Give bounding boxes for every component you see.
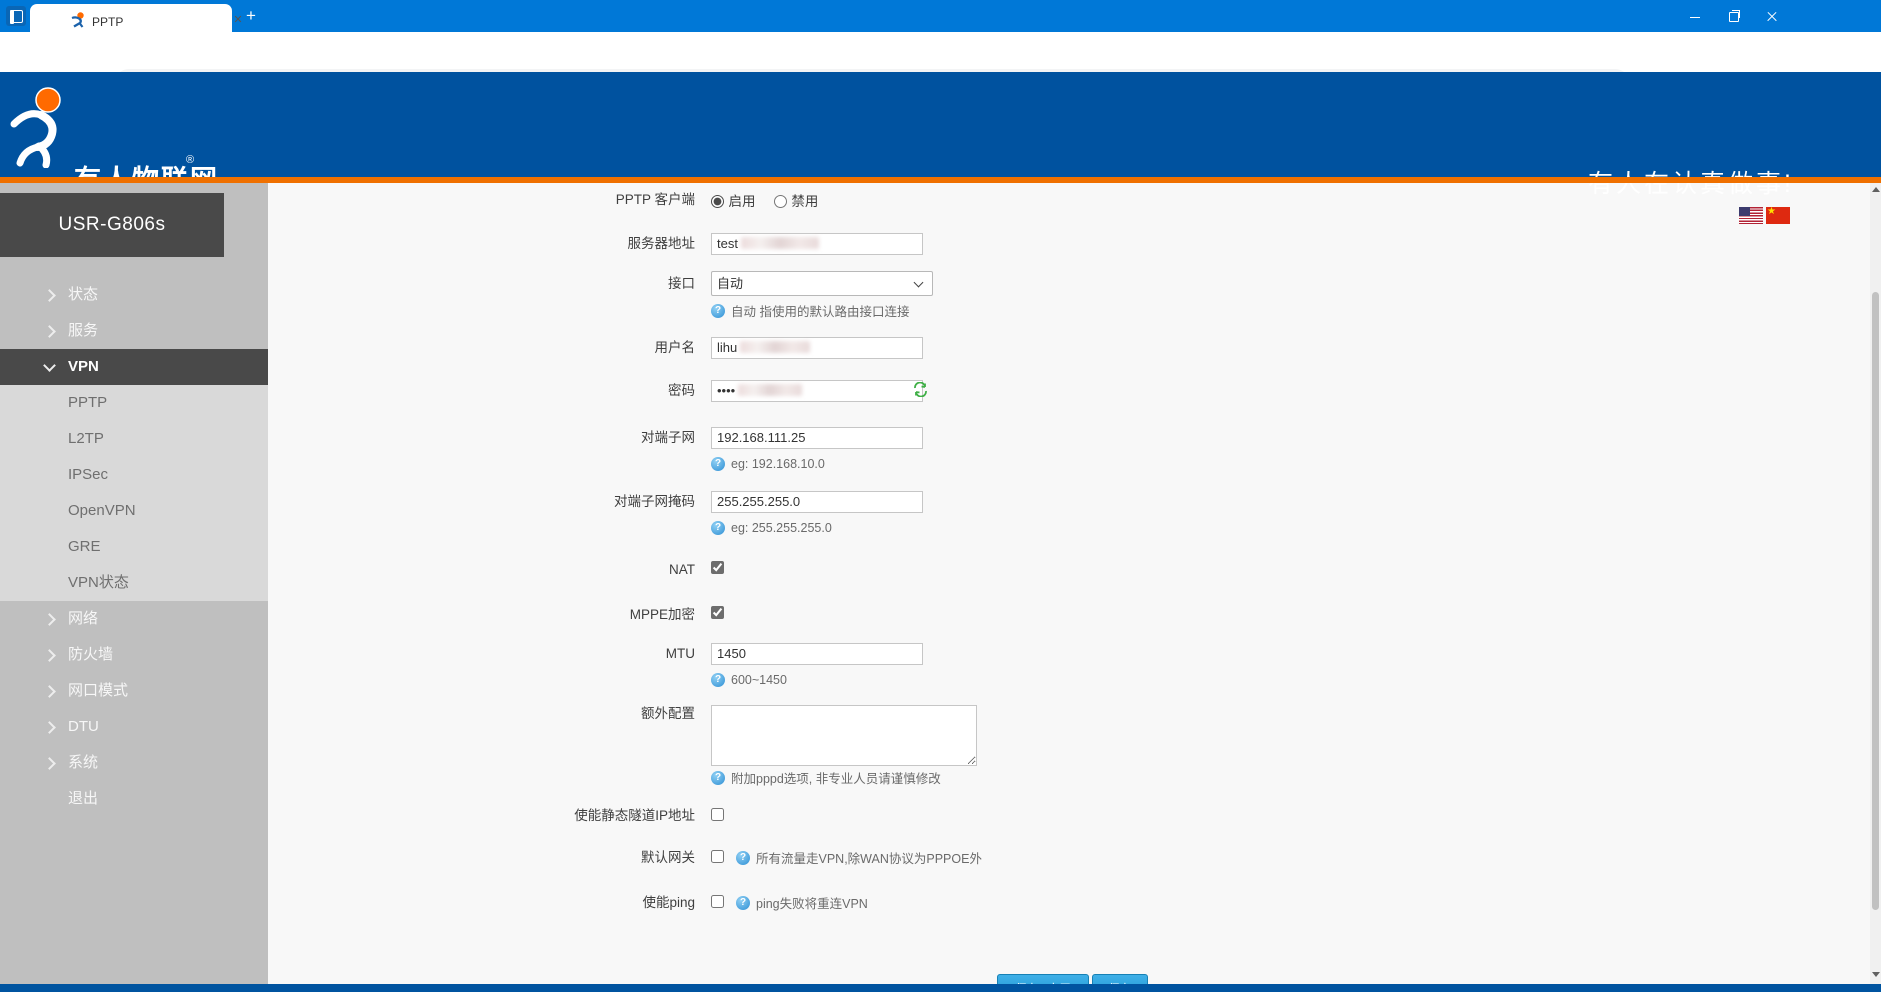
enable-ping-label: 使能ping bbox=[642, 895, 695, 910]
device-name: USR-G806s bbox=[0, 193, 224, 257]
radio-enable[interactable]: 启用 bbox=[711, 193, 755, 210]
redacted-blur bbox=[740, 341, 811, 353]
sidebar-item-logout[interactable]: 退出 bbox=[0, 781, 268, 817]
sidebar-item-gre[interactable]: GRE bbox=[0, 529, 268, 565]
username-label: 用户名 bbox=[654, 340, 696, 355]
password-label: 密码 bbox=[668, 383, 695, 398]
redacted-blur bbox=[740, 237, 819, 249]
select-chevron-icon bbox=[913, 277, 924, 288]
window-close-button[interactable] bbox=[1756, 10, 1786, 24]
english-flag-icon[interactable] bbox=[1739, 207, 1763, 224]
chevron-right-icon bbox=[43, 613, 56, 626]
static-tunnel-ip-label: 使能静态隧道IP地址 bbox=[574, 808, 695, 823]
help-icon bbox=[711, 770, 725, 785]
enable-radio[interactable] bbox=[711, 195, 724, 208]
server-address-input[interactable]: test bbox=[711, 233, 923, 255]
peer-subnet-hint: eg: 192.168.10.0 bbox=[711, 456, 825, 471]
peer-subnet-input[interactable]: 192.168.111.25 bbox=[711, 427, 923, 449]
password-input[interactable]: •••• bbox=[711, 380, 923, 402]
default-gateway-hint: 所有流量走VPN,除WAN协议为PPPOE外 bbox=[736, 850, 982, 866]
chevron-right-icon bbox=[43, 685, 56, 698]
help-icon bbox=[711, 456, 725, 471]
sidebar-item-vpn[interactable]: VPN bbox=[0, 349, 268, 385]
sidebar-item-status[interactable]: 状态 bbox=[0, 277, 268, 313]
sidebar-item-firewall[interactable]: 防火墙 bbox=[0, 637, 268, 673]
server-address-label: 服务器地址 bbox=[627, 236, 696, 251]
nat-label: NAT bbox=[669, 562, 695, 577]
username-input[interactable]: lihu bbox=[711, 337, 923, 359]
help-icon bbox=[711, 520, 725, 535]
browser-tab-bar: PPTP ✕ + bbox=[0, 0, 1881, 32]
sidebar-item-dtu[interactable]: DTU bbox=[0, 709, 268, 745]
sidebar-item-pptp[interactable]: PPTP bbox=[0, 385, 268, 421]
mtu-hint: 600~1450 bbox=[711, 672, 787, 687]
window-restore-button[interactable] bbox=[1718, 10, 1748, 24]
chevron-down-icon bbox=[43, 359, 56, 372]
extra-config-label: 额外配置 bbox=[641, 706, 695, 721]
help-icon bbox=[736, 895, 750, 910]
browser-tab[interactable]: PPTP ✕ bbox=[30, 4, 243, 32]
scrollbar-down-arrow[interactable] bbox=[1872, 972, 1880, 977]
scrollbar-up-arrow[interactable] bbox=[1872, 187, 1880, 192]
mtu-label: MTU bbox=[665, 646, 695, 661]
sidebar-item-ipsec[interactable]: IPSec bbox=[0, 457, 268, 493]
chinese-flag-icon[interactable]: ★ bbox=[1766, 206, 1790, 224]
screen: PPTP ✕ + ← → ↻ 不安全 | 192.168.1.1/cgi-bin… bbox=[0, 0, 1881, 992]
interface-label: 接口 bbox=[668, 276, 695, 291]
mtu-input[interactable]: 1450 bbox=[711, 643, 923, 665]
help-icon bbox=[736, 850, 750, 865]
chevron-right-icon bbox=[43, 721, 56, 734]
sidebar-item-l2tp[interactable]: L2TP bbox=[0, 421, 268, 457]
password-refresh-icon[interactable] bbox=[913, 382, 928, 397]
help-icon bbox=[711, 303, 725, 318]
enable-ping-checkbox[interactable] bbox=[711, 895, 724, 908]
browser-toolbar: ← → ↻ 不安全 | 192.168.1.1/cgi-bin/luci/;st… bbox=[0, 32, 1881, 100]
redacted-blur bbox=[738, 384, 803, 396]
chevron-right-icon bbox=[43, 289, 56, 302]
scrollbar-thumb[interactable] bbox=[1872, 292, 1879, 910]
peer-netmask-hint: eg: 255.255.255.0 bbox=[711, 520, 832, 535]
pptp-client-label: PPTP 客户端 bbox=[615, 192, 695, 207]
sidebar-item-network[interactable]: 网络 bbox=[0, 601, 268, 637]
sidebar-item-services[interactable]: 服务 bbox=[0, 313, 268, 349]
sidebar-item-system[interactable]: 系统 bbox=[0, 745, 268, 781]
chevron-right-icon bbox=[43, 757, 56, 770]
tab-actions-menu-icon[interactable] bbox=[6, 6, 26, 26]
accent-orange-bar bbox=[0, 177, 1881, 183]
default-gateway-label: 默认网关 bbox=[641, 850, 695, 865]
static-tunnel-ip-checkbox[interactable] bbox=[711, 808, 724, 821]
site-favicon bbox=[71, 12, 84, 28]
peer-netmask-label: 对端子网掩码 bbox=[614, 494, 695, 509]
mppe-checkbox[interactable] bbox=[711, 606, 724, 619]
nat-checkbox[interactable] bbox=[711, 561, 724, 574]
radio-disable[interactable]: 禁用 bbox=[773, 193, 818, 210]
mppe-label: MPPE加密 bbox=[629, 607, 695, 622]
extra-config-hint: 附加pppd选项, 非专业人员请谨慎修改 bbox=[711, 770, 941, 786]
interface-select[interactable]: 自动 bbox=[711, 271, 933, 296]
sidebar-item-openvpn[interactable]: OpenVPN bbox=[0, 493, 268, 529]
page-footer-bar bbox=[0, 984, 1881, 992]
pptp-client-radio-group: 启用 禁用 bbox=[711, 190, 818, 211]
help-icon bbox=[711, 672, 725, 687]
window-minimize-button[interactable] bbox=[1680, 10, 1710, 24]
site-header: 有人物联网 ® 工业物联网通信专家 有人在认真做事! ★ bbox=[0, 72, 1881, 224]
enable-ping-hint: ping失败将重连VPN bbox=[736, 895, 868, 911]
trademark-symbol: ® bbox=[186, 154, 195, 166]
sidebar-item-vpn-status[interactable]: VPN状态 bbox=[0, 565, 268, 601]
chevron-right-icon bbox=[43, 325, 56, 338]
disable-radio[interactable] bbox=[773, 195, 787, 208]
sidebar-item-port-mode[interactable]: 网口模式 bbox=[0, 673, 268, 709]
tab-title: PPTP bbox=[92, 15, 124, 29]
usr-logo bbox=[10, 87, 61, 168]
chevron-right-icon bbox=[43, 649, 56, 662]
interface-hint: 自动 指使用的默认路由接口连接 bbox=[711, 303, 909, 319]
peer-subnet-label: 对端子网 bbox=[641, 430, 695, 445]
new-tab-button[interactable]: + bbox=[242, 7, 260, 25]
default-gateway-checkbox[interactable] bbox=[711, 850, 724, 863]
peer-netmask-input[interactable]: 255.255.255.0 bbox=[711, 491, 923, 513]
extra-config-textarea[interactable] bbox=[711, 705, 977, 766]
